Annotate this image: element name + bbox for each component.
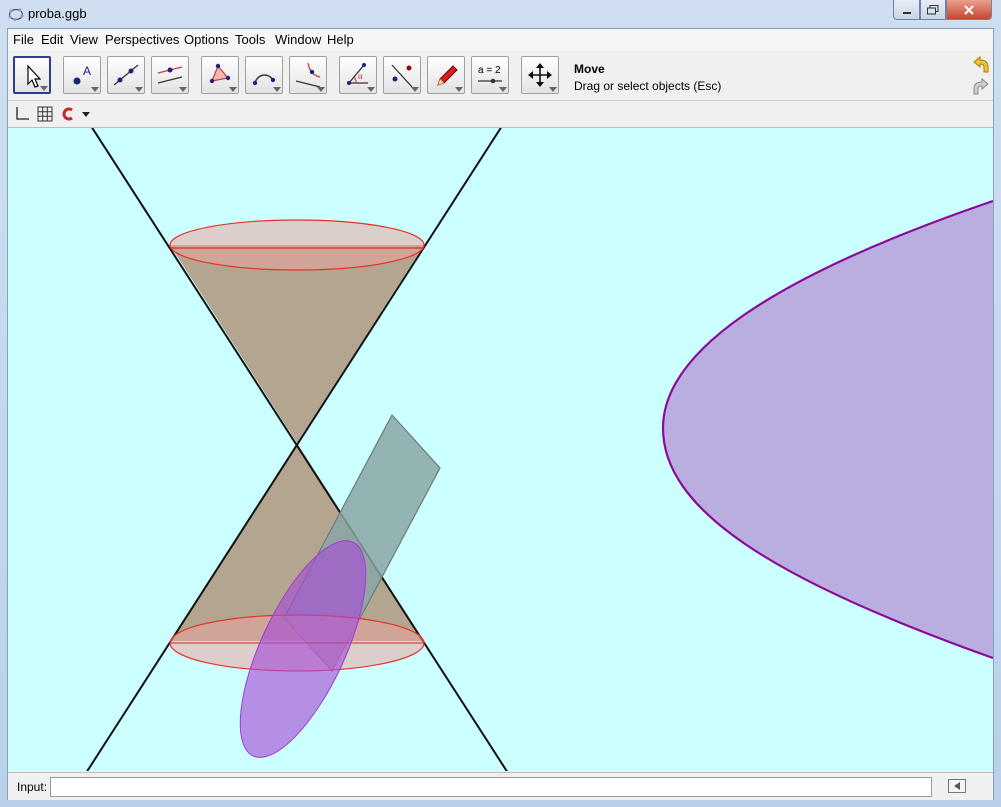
parabola-region[interactable]: [663, 201, 993, 658]
tool-menu-arrow-icon: [549, 87, 557, 92]
slider-tool-label: a = 2: [478, 65, 501, 76]
menu-perspectives[interactable]: Perspectives: [105, 32, 179, 47]
close-button[interactable]: [946, 0, 992, 20]
dropdown-arrow-icon[interactable]: [78, 106, 94, 122]
point-capturing-icon[interactable]: [60, 106, 76, 122]
graphics-style-bar: [8, 101, 993, 128]
angle-tool-button[interactable]: α: [339, 56, 377, 94]
graphics-view[interactable]: [8, 128, 993, 771]
reflect-icon: [391, 64, 413, 88]
menu-options[interactable]: Options: [184, 32, 229, 47]
polygon-icon: [209, 63, 231, 84]
line-tool-button[interactable]: [107, 56, 145, 94]
tool-menu-arrow-icon: [455, 87, 463, 92]
tool-menu-arrow-icon: [40, 86, 48, 91]
menu-edit[interactable]: Edit: [41, 32, 63, 47]
tool-menu-arrow-icon: [273, 87, 281, 92]
reflect-tool-button[interactable]: [383, 56, 421, 94]
application-window: proba.ggb File Edit View Perspectives Op…: [0, 0, 1001, 807]
tool-menu-arrow-icon: [229, 87, 237, 92]
title-bar[interactable]: proba.ggb: [0, 0, 1001, 28]
upper-base-ellipse[interactable]: [169, 219, 425, 271]
tool-menu-arrow-icon: [317, 87, 325, 92]
menu-file[interactable]: File: [13, 32, 34, 47]
line-through-points-icon: [113, 64, 139, 86]
graphics-canvas[interactable]: [8, 128, 993, 771]
angle-icon: α: [347, 63, 368, 85]
restore-icon: [927, 4, 939, 14]
maximize-button[interactable]: [920, 0, 946, 20]
perpendicular-line-icon: [157, 66, 183, 84]
tool-menu-arrow-icon: [179, 87, 187, 92]
slider-icon: a = 2: [478, 65, 502, 84]
circle-arc-icon: [252, 74, 276, 86]
active-tool-title: Move: [574, 62, 605, 76]
geogebra-logo-icon: [8, 8, 24, 22]
toolbar: A α a = 2 Move Drag or select objects (E…: [8, 51, 993, 101]
circle-tool-button[interactable]: [245, 56, 283, 94]
redo-icon[interactable]: [970, 77, 992, 97]
svg-text:A: A: [83, 64, 91, 78]
close-icon: [964, 4, 974, 15]
tool-menu-arrow-icon: [367, 87, 375, 92]
minimize-icon: [902, 11, 911, 14]
grid-icon[interactable]: [37, 106, 53, 122]
tool-menu-arrow-icon: [135, 87, 143, 92]
client-area: File Edit View Perspectives Options Tool…: [7, 28, 994, 800]
menu-help[interactable]: Help: [327, 32, 354, 47]
polygon-tool-button[interactable]: [201, 56, 239, 94]
move-graphics-tool-button[interactable]: [521, 56, 559, 94]
tool-menu-arrow-icon: [411, 87, 419, 92]
input-field[interactable]: [50, 777, 932, 797]
tool-menu-arrow-icon: [91, 87, 99, 92]
conic-icon: [295, 62, 321, 88]
input-label: Input:: [17, 780, 48, 794]
move-tool-button[interactable]: [13, 56, 51, 94]
window-title: proba.ggb: [28, 6, 87, 21]
move-view-icon: [528, 63, 552, 87]
point-icon: A: [73, 64, 91, 85]
pencil-icon: [437, 65, 458, 86]
slider-tool-button[interactable]: a = 2: [471, 56, 509, 94]
menu-view[interactable]: View: [70, 32, 98, 47]
active-tool-help: Drag or select objects (Esc): [574, 79, 722, 93]
conic-tool-button[interactable]: [289, 56, 327, 94]
axes-icon[interactable]: [14, 106, 30, 122]
input-bar: Input:: [8, 772, 993, 800]
minimize-button[interactable]: [893, 0, 920, 20]
parallel-tool-button[interactable]: [151, 56, 189, 94]
svg-text:α: α: [358, 71, 363, 81]
menu-window[interactable]: Window: [275, 32, 321, 47]
pen-tool-button[interactable]: [427, 56, 465, 94]
menu-tools[interactable]: Tools: [235, 32, 265, 47]
tool-menu-arrow-icon: [499, 87, 507, 92]
point-tool-button[interactable]: A: [63, 56, 101, 94]
menu-bar: File Edit View Perspectives Options Tool…: [8, 29, 993, 52]
input-help-icon[interactable]: [948, 779, 966, 793]
undo-icon[interactable]: [970, 55, 992, 75]
upper-cone-surface[interactable]: [170, 245, 424, 443]
